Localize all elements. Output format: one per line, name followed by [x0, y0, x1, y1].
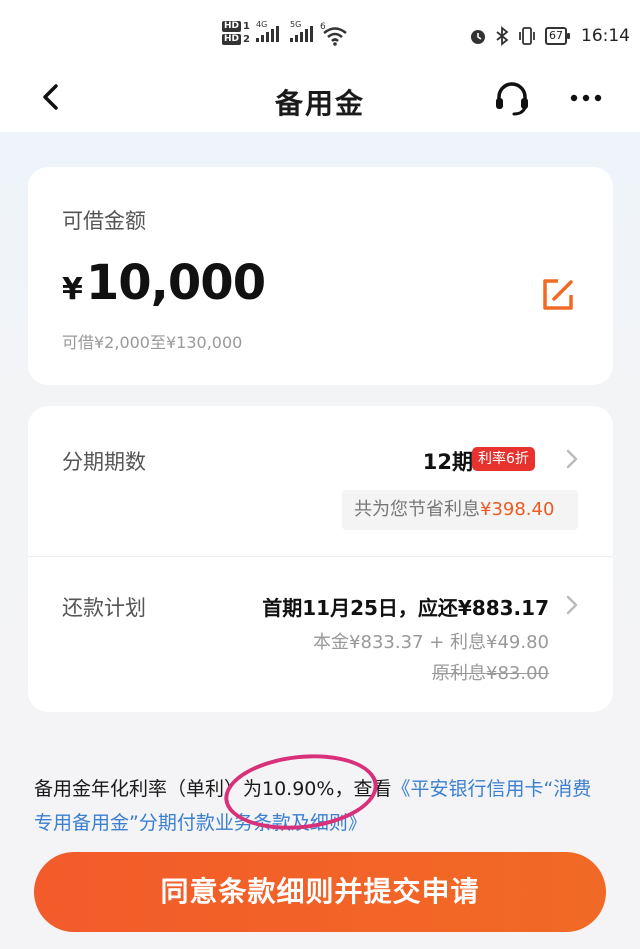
original-interest: 原利息¥83.00 [432, 663, 549, 684]
status-bar: HD 1 HD 2 4G 5G 6 67 16:14 [0, 0, 640, 68]
amount-value: ¥10,000 [62, 255, 266, 311]
notice-text: 备用金年化利率（单利）为10.90%，查看 [34, 778, 392, 800]
chevron-right-icon[interactable] [564, 448, 580, 470]
amount-label: 可借金额 [62, 209, 146, 233]
signal-icon: 5G [290, 20, 313, 42]
alarm-icon [471, 30, 485, 44]
amount-number: 10,000 [85, 255, 266, 311]
terms-value[interactable]: 12期 [423, 446, 473, 476]
headset-icon[interactable] [492, 78, 532, 118]
rate-badge: 利率6折 [472, 447, 535, 471]
status-time: 16:14 [581, 26, 630, 46]
more-icon[interactable] [566, 80, 606, 116]
savings-prefix: 共为您节省利息 [354, 499, 480, 520]
chevron-right-icon[interactable] [564, 594, 580, 616]
edit-icon[interactable] [540, 277, 576, 313]
battery-icon: 67 [545, 27, 570, 45]
terms-label: 分期期数 [62, 450, 146, 474]
hd-indicator: HD 1 HD 2 [222, 21, 250, 45]
amount-card: 可借金额 ¥10,000 可借¥2,000至¥130,000 [28, 167, 613, 385]
plan-card: 分期期数 12期 利率6折 共为您节省利息¥398.40 还款计划 首期11月2… [28, 406, 613, 712]
repay-first-installment[interactable]: 首期11月25日，应还¥883.17 [262, 592, 549, 621]
savings-amount: ¥398.40 [480, 499, 555, 520]
page-title: 备用金 [274, 87, 365, 120]
signal-icon: 4G [256, 20, 279, 42]
repay-breakdown: 本金¥833.37 + 利息¥49.80 [313, 632, 549, 653]
wifi-number: 6 [320, 22, 326, 32]
bluetooth-icon [496, 26, 509, 46]
status-right: 67 16:14 [469, 26, 630, 46]
currency-symbol: ¥ [62, 272, 83, 307]
submit-button[interactable]: 同意条款细则并提交申请 [34, 852, 606, 932]
savings-box: 共为您节省利息¥398.40 [342, 490, 578, 530]
vibrate-icon [519, 27, 535, 45]
repay-label: 还款计划 [62, 596, 146, 620]
rate-notice: 备用金年化利率（单利）为10.90%，查看《平安银行信用卡“消费专用备用金”分期… [34, 772, 594, 840]
amount-range: 可借¥2,000至¥130,000 [62, 333, 243, 352]
nav-bar: 备用金 [0, 68, 640, 132]
divider [28, 556, 613, 557]
